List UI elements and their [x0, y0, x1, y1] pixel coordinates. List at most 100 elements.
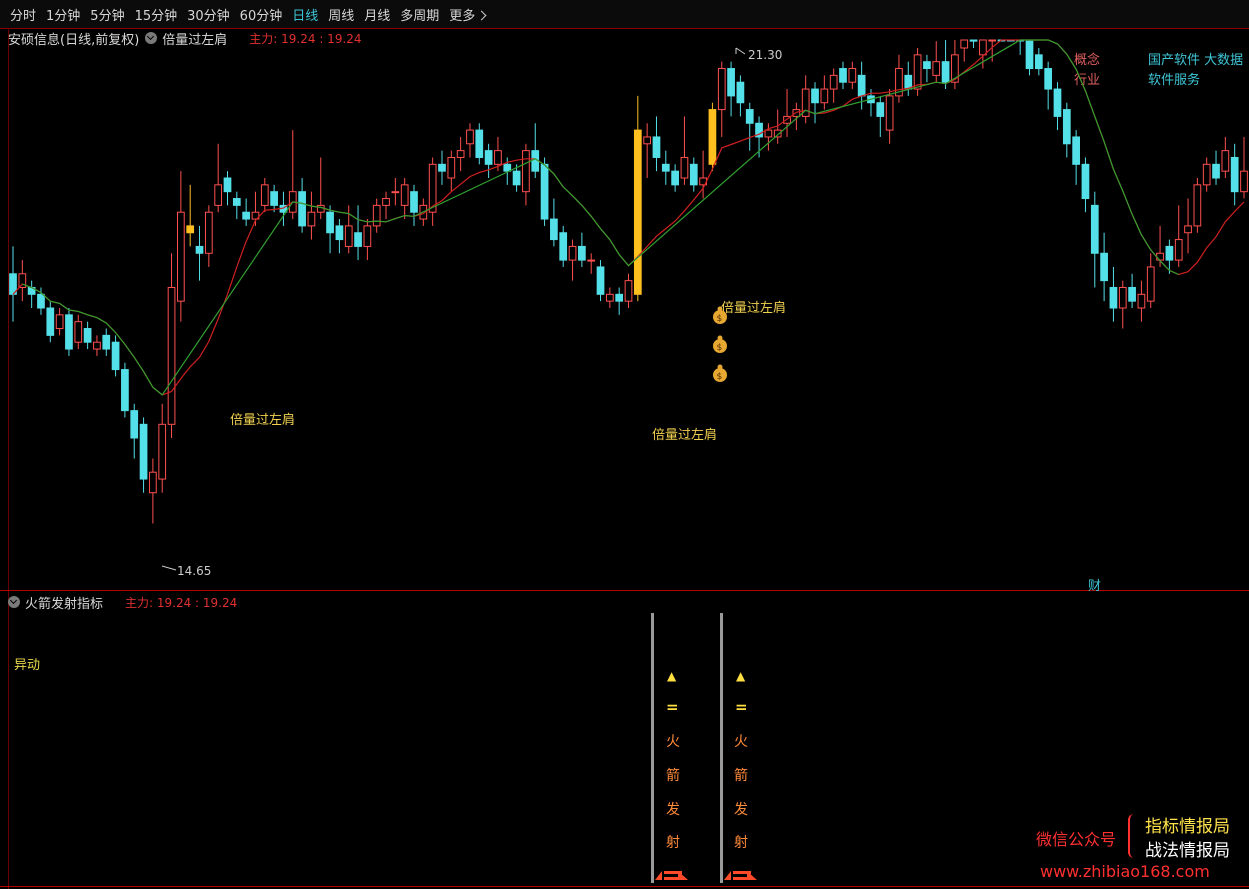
- sub-indicator-name[interactable]: 火箭发射指标: [25, 593, 103, 612]
- svg-text:$: $: [717, 372, 723, 382]
- candle: [605, 293, 614, 302]
- candle: [960, 39, 969, 49]
- candle: [680, 156, 689, 179]
- tab-more[interactable]: 更多: [449, 5, 487, 24]
- tab-daily[interactable]: 日线: [292, 5, 318, 24]
- candle: [1053, 88, 1062, 117]
- rocket-equals: =: [735, 698, 748, 716]
- candle: [121, 369, 129, 412]
- candle: [932, 61, 941, 76]
- sub-chart-header: 火箭发射指标 主力: 19.24 : 19.24: [8, 593, 237, 612]
- tab-weekly[interactable]: 周线: [328, 5, 354, 24]
- candle: [111, 341, 120, 371]
- candle: [270, 191, 278, 206]
- candle: [382, 198, 390, 206]
- candle: [316, 204, 325, 213]
- svg-text:$: $: [717, 314, 723, 324]
- candles-group: [9, 39, 1248, 524]
- candle: [829, 74, 838, 90]
- candle: [820, 88, 829, 104]
- candle: [1128, 286, 1136, 302]
- candle: [848, 68, 857, 83]
- candle: [1202, 163, 1211, 186]
- tab-60min[interactable]: 60分钟: [240, 5, 283, 24]
- candle: [456, 150, 465, 158]
- low-price-label: 14.65: [177, 564, 211, 578]
- rocket-char-launch: 发: [734, 802, 748, 818]
- candle: [652, 136, 661, 158]
- candle: [167, 286, 176, 425]
- dropdown-circle-icon[interactable]: [8, 596, 20, 608]
- candle: [400, 184, 409, 206]
- moving-average-line-green: [22, 39, 1179, 396]
- candle: [550, 218, 558, 241]
- period-toolbar: 分时 1分钟 5分钟 15分钟 30分钟 60分钟 日线 周线 月线 多周期 更…: [0, 0, 1249, 28]
- tab-1min[interactable]: 1分钟: [46, 5, 80, 24]
- candle: [587, 259, 596, 262]
- candle: [83, 328, 92, 343]
- tab-fenshi[interactable]: 分时: [10, 5, 36, 24]
- candle: [745, 109, 754, 124]
- candle: [1156, 252, 1164, 261]
- brand-name-2: 战法情报局: [1145, 841, 1230, 861]
- tab-30min[interactable]: 30分钟: [187, 5, 230, 24]
- high-marker-arrow: [735, 47, 746, 55]
- candle: [559, 232, 568, 261]
- candle: [335, 225, 344, 241]
- candle: [913, 54, 922, 90]
- tab-multi-period[interactable]: 多周期: [400, 5, 439, 24]
- candle: [1062, 109, 1071, 145]
- candle: [195, 245, 204, 254]
- candle: [149, 471, 157, 494]
- candle: [941, 61, 950, 83]
- brand-name-1: 指标情报局: [1145, 817, 1230, 837]
- rocket-signal-1: ▲ = 火 箭 发 射: [651, 613, 688, 883]
- candle: [74, 321, 83, 343]
- rocket-triangle-icon: ▲: [736, 669, 746, 683]
- rocket-char-arrow: 箭: [734, 767, 748, 784]
- pane-divider[interactable]: [0, 590, 1249, 591]
- chevron-right-icon: [476, 10, 487, 20]
- low-marker-arrow: [161, 565, 177, 571]
- high-price-label: 21.30: [748, 48, 782, 62]
- candle: [736, 81, 745, 104]
- signal-label-2: 倍量过左肩: [652, 427, 717, 443]
- candle: [643, 136, 652, 145]
- rocket-char-shoot: 射: [666, 835, 680, 851]
- tab-5min[interactable]: 5分钟: [90, 5, 124, 24]
- rocket-triangle-icon: ▲: [667, 669, 677, 683]
- money-bag-icon[interactable]: $: [713, 335, 727, 354]
- candle: [494, 150, 502, 165]
- candle: [615, 293, 624, 302]
- candle: [839, 68, 847, 83]
- candle: [1146, 266, 1155, 302]
- candle: [727, 68, 735, 97]
- candle: [633, 129, 642, 295]
- site-url[interactable]: www.zhibiao168.com: [1040, 862, 1210, 881]
- candle: [689, 163, 698, 186]
- candle: [923, 61, 931, 70]
- candle: [475, 129, 484, 158]
- candle: [130, 410, 139, 439]
- finance-badge[interactable]: 财: [1088, 575, 1101, 594]
- candle: [223, 177, 232, 193]
- wechat-label: 微信公众号: [1036, 830, 1117, 849]
- candle: [1090, 204, 1099, 254]
- candle: [186, 225, 195, 234]
- candle: [512, 170, 521, 186]
- tab-15min[interactable]: 15分钟: [135, 5, 178, 24]
- candle: [1025, 40, 1034, 70]
- candle: [307, 211, 316, 227]
- candle: [876, 102, 885, 117]
- candle: [661, 163, 670, 172]
- candle: [102, 334, 111, 350]
- brace-decoration: [1128, 814, 1138, 858]
- tab-monthly[interactable]: 月线: [364, 5, 390, 24]
- rocket-char-shoot: 射: [734, 835, 748, 851]
- candlestick-chart[interactable]: 21.30 14.65 倍量过左肩 倍量过左肩 倍量过左肩 $ $ $: [0, 30, 1249, 590]
- candle: [214, 184, 223, 206]
- candle: [1109, 286, 1118, 309]
- candle: [1230, 156, 1239, 193]
- candle: [857, 74, 866, 97]
- money-bag-icon[interactable]: $: [713, 364, 727, 383]
